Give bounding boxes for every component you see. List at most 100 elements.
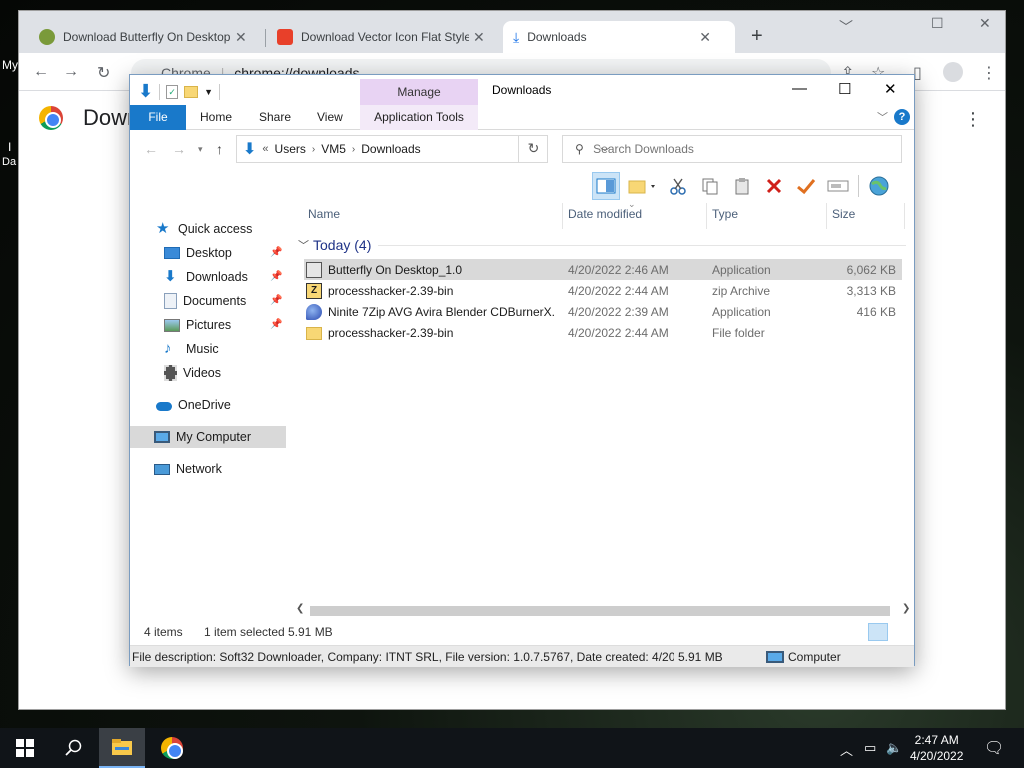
nav-downloads[interactable]: ⬇ Downloads (164, 266, 248, 288)
file-explorer-taskbar-icon[interactable] (99, 728, 145, 768)
chrome-restore-button[interactable]: ☐ (931, 15, 944, 32)
copy-icon[interactable] (696, 172, 724, 200)
breadcrumb-users[interactable]: Users (275, 142, 306, 156)
column-divider[interactable] (562, 203, 563, 229)
notifications-icon[interactable]: 🗨 (984, 738, 1004, 758)
tab-butterfly[interactable]: Download Butterfly On Desktop ✕ (29, 21, 261, 53)
nav-videos[interactable]: Videos (164, 362, 221, 384)
network-tray-icon[interactable]: ▭ (864, 740, 876, 756)
explorer-minimize-button[interactable]: — (792, 80, 807, 97)
close-tab-icon[interactable]: ✕ (699, 29, 711, 46)
help-icon[interactable]: ? (894, 109, 910, 125)
column-size[interactable]: Size (832, 207, 855, 229)
breadcrumb-separator-icon[interactable]: › (312, 144, 315, 155)
nav-onedrive[interactable]: OneDrive (156, 394, 231, 416)
large-icons-view-button[interactable] (890, 623, 910, 641)
nav-my-computer[interactable]: My Computer (130, 426, 286, 448)
tab-application-tools[interactable]: Application Tools (360, 105, 478, 130)
explorer-window-title: Downloads (492, 83, 552, 97)
pin-icon[interactable]: 📌 (270, 271, 282, 282)
manage-contextual-tab[interactable]: Manage (360, 79, 478, 105)
expand-ribbon-chevron-icon[interactable]: ﹀ (877, 109, 888, 125)
breadcrumb-vm5[interactable]: VM5 (321, 142, 346, 156)
file-name: processhacker-2.39-bin (328, 284, 454, 298)
column-name[interactable]: Name (308, 207, 340, 229)
column-divider[interactable] (904, 203, 905, 229)
search-input[interactable] (593, 142, 884, 156)
chrome-taskbar-icon[interactable] (149, 728, 195, 768)
explorer-close-button[interactable]: ✕ (884, 80, 897, 98)
chrome-close-button[interactable]: ✕ (979, 15, 991, 32)
refresh-button[interactable]: ↻ (518, 135, 548, 163)
tab-home[interactable]: Home (200, 105, 232, 130)
explorer-maximize-button[interactable]: ☐ (838, 80, 851, 98)
breadcrumb-downloads[interactable]: Downloads (361, 142, 420, 156)
new-folder-dropdown-button[interactable] (624, 172, 660, 200)
volume-icon[interactable]: 🔈 (886, 740, 902, 756)
column-divider[interactable] (706, 203, 707, 229)
close-tab-icon[interactable]: ✕ (235, 29, 247, 46)
address-bar[interactable]: ⬇ « Users › VM5 › Downloads (236, 135, 548, 163)
group-header-today[interactable]: ﹀ Today (4) (298, 237, 371, 253)
properties-icon[interactable]: ✓ (166, 84, 179, 99)
nav-network[interactable]: Network (154, 458, 222, 480)
close-tab-icon[interactable]: ✕ (473, 29, 485, 46)
nav-desktop[interactable]: Desktop (164, 242, 232, 264)
forward-arrow-icon[interactable]: → (172, 141, 186, 157)
back-arrow-icon[interactable]: ← (33, 63, 49, 81)
tab-view[interactable]: View (317, 105, 343, 130)
nav-label: Music (186, 342, 219, 356)
preview-pane-button[interactable] (592, 172, 620, 200)
nav-label: Pictures (186, 318, 232, 332)
chrome-menu-icon[interactable]: ⋮ (981, 63, 997, 83)
collapse-chevron-icon[interactable]: ﹀ (298, 237, 309, 253)
breadcrumb-overflow-icon[interactable]: « (262, 143, 268, 155)
horizontal-scrollbar[interactable]: ❮ ❯ (292, 603, 914, 619)
back-arrow-icon[interactable]: ← (144, 141, 158, 157)
globe-icon[interactable] (865, 172, 893, 200)
new-folder-icon[interactable] (184, 85, 199, 98)
file-row[interactable]: Butterfly On Desktop_1.0 4/20/2022 2:46 … (304, 259, 902, 280)
tab-file[interactable]: File (130, 105, 186, 130)
scroll-left-icon[interactable]: ❮ (296, 603, 304, 614)
details-view-button[interactable] (868, 623, 888, 641)
reload-icon[interactable]: ↻ (97, 63, 110, 83)
column-date-modified[interactable]: Date modified (568, 207, 642, 229)
column-type[interactable]: Type (712, 207, 738, 229)
nav-music[interactable]: ♪ Music (164, 338, 219, 360)
checkmark-icon[interactable] (792, 172, 820, 200)
new-tab-button[interactable]: + (751, 25, 763, 48)
forward-arrow-icon[interactable]: → (63, 63, 79, 81)
search-icon[interactable] (50, 728, 96, 768)
rename-icon[interactable] (824, 172, 852, 200)
tab-vector-icon[interactable]: Download Vector Icon Flat Style ✕ (267, 21, 499, 53)
cut-scissors-icon[interactable] (664, 172, 692, 200)
customize-qat-icon[interactable]: ▼ (204, 87, 213, 97)
pin-icon[interactable]: 📌 (270, 319, 282, 330)
breadcrumb-separator-icon[interactable]: › (352, 144, 355, 155)
column-divider[interactable] (826, 203, 827, 229)
file-row[interactable]: Ninite 7Zip AVG Avira Blender CDBurnerX.… (304, 301, 902, 322)
tab-share[interactable]: Share (259, 105, 291, 130)
taskbar-clock[interactable]: 2:47 AM 4/20/2022 (910, 732, 963, 764)
paste-clipboard-icon[interactable] (728, 172, 756, 200)
up-arrow-icon[interactable]: ↑ (216, 141, 223, 157)
search-box[interactable]: ⚲ (562, 135, 902, 163)
tab-search-chevron-icon[interactable]: ﹀ (839, 17, 853, 37)
scroll-right-icon[interactable]: ❯ (902, 603, 910, 614)
pin-icon[interactable]: 📌 (270, 247, 282, 258)
delete-x-icon[interactable] (760, 172, 788, 200)
recent-locations-chevron-icon[interactable]: ▾ (198, 144, 203, 155)
profile-avatar-icon[interactable] (943, 62, 963, 82)
nav-quick-access[interactable]: ★ Quick access (156, 218, 252, 240)
file-row[interactable]: Z processhacker-2.39-bin 4/20/2022 2:44 … (304, 280, 902, 301)
nav-pictures[interactable]: Pictures (164, 314, 231, 336)
downloads-menu-icon[interactable]: ⋮ (964, 109, 982, 130)
nav-documents[interactable]: Documents (164, 290, 246, 312)
tab-downloads[interactable]: ⤓ Downloads ✕ (503, 21, 735, 53)
pin-icon[interactable]: 📌 (270, 295, 282, 306)
scrollbar-thumb[interactable] (310, 606, 890, 616)
show-hidden-icons-chevron-icon[interactable]: ︿ (840, 740, 853, 759)
start-button[interactable] (2, 728, 48, 768)
file-row[interactable]: processhacker-2.39-bin 4/20/2022 2:44 AM… (304, 322, 902, 343)
